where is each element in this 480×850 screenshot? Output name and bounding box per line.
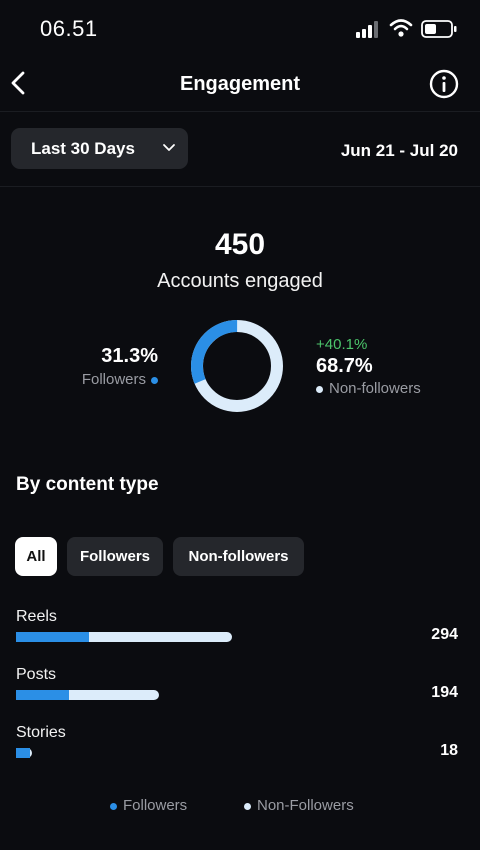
content-row-label: Posts bbox=[16, 666, 57, 683]
divider bbox=[0, 186, 480, 187]
date-range-text: Jun 21 - Jul 20 bbox=[340, 141, 458, 160]
engagement-screen: 06.51 Engagement Last 30 Days Jun 21 - J… bbox=[0, 0, 480, 850]
accounts-engaged-count: 450 bbox=[214, 228, 266, 261]
content-row-label: Reels bbox=[16, 608, 57, 625]
nonfollowers-legend-label: Non-followers bbox=[329, 380, 421, 397]
date-range-dropdown-label: Last 30 Days bbox=[31, 139, 135, 158]
signal-icon bbox=[356, 21, 378, 38]
status-time: 06.51 bbox=[40, 16, 98, 41]
status-bar: 06.51 bbox=[0, 0, 480, 58]
nonfollowers-dot-icon bbox=[244, 802, 251, 810]
page-title: Engagement bbox=[179, 73, 301, 95]
content-row-bar bbox=[16, 748, 32, 758]
content-row-value: 294 bbox=[431, 626, 458, 643]
legend-followers: Followers bbox=[110, 797, 187, 814]
nonfollowers-percentage: 68.7% bbox=[316, 355, 373, 377]
info-icon[interactable] bbox=[428, 68, 460, 100]
wifi-icon bbox=[389, 19, 413, 37]
accounts-engaged-label: Accounts engaged bbox=[157, 270, 323, 292]
chevron-down-icon bbox=[163, 144, 175, 151]
followers-legend-label: Followers bbox=[81, 371, 146, 388]
content-row-bar-followers bbox=[16, 690, 69, 700]
content-row-label: Stories bbox=[16, 724, 66, 741]
content-row-bar bbox=[16, 632, 232, 642]
legend-followers-label: Followers bbox=[123, 797, 188, 814]
nonfollowers-change: +40.1% bbox=[316, 336, 368, 353]
followers-percentage: 31.3% bbox=[101, 345, 158, 367]
section-title: By content type bbox=[16, 474, 159, 495]
battery-icon bbox=[421, 20, 457, 38]
content-row-value: 18 bbox=[440, 742, 458, 759]
content-row-bar bbox=[16, 690, 159, 700]
content-row-bar-followers bbox=[16, 632, 89, 642]
legend-nonfollowers-label: Non-Followers bbox=[257, 797, 354, 814]
followers-dot-icon bbox=[110, 802, 117, 810]
tab-all[interactable]: All bbox=[15, 537, 57, 576]
engagement-donut-chart bbox=[191, 320, 283, 412]
content-row-bar-followers bbox=[16, 748, 30, 758]
date-range-dropdown[interactable]: Last 30 Days bbox=[11, 128, 188, 169]
nonfollowers-legend: Non-followers bbox=[316, 380, 421, 397]
content-row-value: 194 bbox=[431, 684, 458, 701]
tab-followers[interactable]: Followers bbox=[67, 537, 163, 576]
followers-dot-icon bbox=[151, 376, 158, 384]
tab-non-followers[interactable]: Non-followers bbox=[173, 537, 304, 576]
donut-followers-arc bbox=[191, 320, 283, 412]
nonfollowers-dot-icon bbox=[316, 385, 323, 393]
legend-nonfollowers: Non-Followers bbox=[244, 797, 354, 814]
followers-legend: Followers bbox=[82, 371, 158, 388]
nav-header: Engagement bbox=[0, 58, 480, 112]
